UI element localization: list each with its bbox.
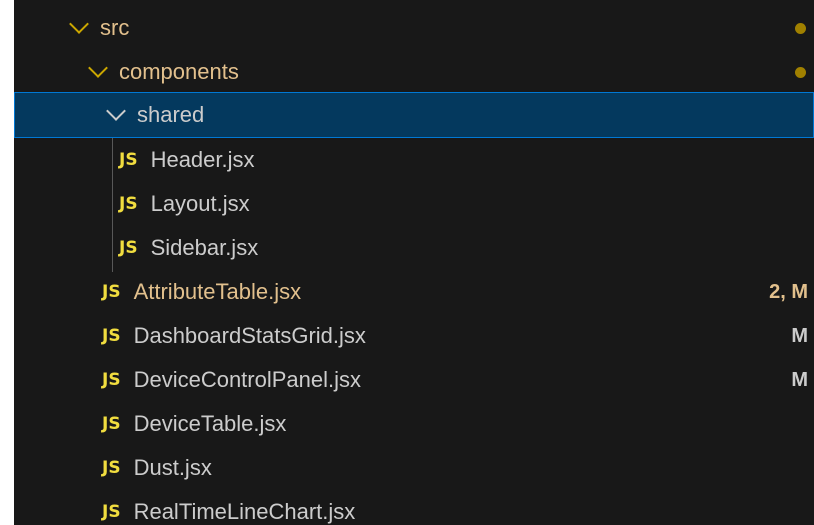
javascript-file-icon: JS xyxy=(119,194,138,214)
folder-label: src xyxy=(100,15,130,40)
git-status-badge: 2, M xyxy=(769,280,808,303)
chevron-down-icon xyxy=(69,14,89,34)
javascript-file-icon: JS xyxy=(119,238,138,258)
chevron-down-icon xyxy=(88,58,108,78)
file-label: Layout.jsx xyxy=(150,191,250,216)
git-status-badge: M xyxy=(791,324,808,347)
file-label: Sidebar.jsx xyxy=(150,235,259,260)
modified-dot-icon xyxy=(795,66,806,78)
javascript-file-icon: JS xyxy=(119,150,138,170)
file-realtimelinechart-jsx[interactable]: JS RealTimeLineChart.jsx xyxy=(14,490,814,525)
file-sidebar-jsx[interactable]: JS Sidebar.jsx xyxy=(14,226,814,270)
file-devicetable-jsx[interactable]: JS DeviceTable.jsx xyxy=(14,402,814,446)
javascript-file-icon: JS xyxy=(102,326,121,346)
file-label: AttributeTable.jsx xyxy=(133,279,302,304)
file-label: DashboardStatsGrid.jsx xyxy=(133,323,366,348)
javascript-file-icon: JS xyxy=(102,414,121,434)
file-label: DeviceControlPanel.jsx xyxy=(133,367,362,392)
chevron-down-icon xyxy=(106,101,126,121)
file-explorer: src components shared JS Header.jsx JS L… xyxy=(14,0,814,525)
file-label: DeviceTable.jsx xyxy=(133,411,287,436)
folder-label: shared xyxy=(137,102,205,127)
file-label: RealTimeLineChart.jsx xyxy=(133,499,356,524)
javascript-file-icon: JS xyxy=(102,502,121,522)
javascript-file-icon: JS xyxy=(102,458,121,478)
file-dust-jsx[interactable]: JS Dust.jsx xyxy=(14,446,814,490)
file-header-jsx[interactable]: JS Header.jsx xyxy=(14,138,814,182)
folder-label: components xyxy=(119,59,239,84)
git-status-badge: M xyxy=(791,368,808,391)
folder-src[interactable]: src xyxy=(14,6,814,50)
modified-dot-icon xyxy=(795,22,806,34)
file-dashboardstatsgrid-jsx[interactable]: JS DashboardStatsGrid.jsx M xyxy=(14,314,814,358)
file-devicecontrolpanel-jsx[interactable]: JS DeviceControlPanel.jsx M xyxy=(14,358,814,402)
javascript-file-icon: JS xyxy=(102,370,121,390)
file-label: Dust.jsx xyxy=(133,455,212,480)
javascript-file-icon: JS xyxy=(102,282,121,302)
file-layout-jsx[interactable]: JS Layout.jsx xyxy=(14,182,814,226)
folder-shared[interactable]: shared xyxy=(14,92,814,138)
folder-components[interactable]: components xyxy=(14,50,814,94)
file-attributetable-jsx[interactable]: JS AttributeTable.jsx 2, M xyxy=(14,270,814,314)
file-label: Header.jsx xyxy=(150,147,255,172)
